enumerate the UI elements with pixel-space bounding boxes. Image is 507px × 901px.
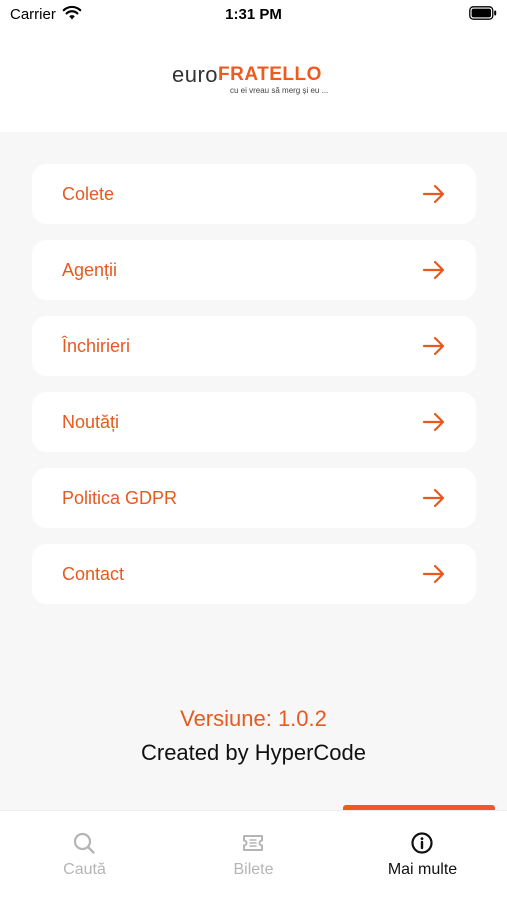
info-icon — [411, 832, 433, 854]
menu-item-colete[interactable]: Colete — [32, 164, 476, 224]
clock: 1:31 PM — [225, 6, 282, 23]
arrow-right-icon — [422, 184, 445, 204]
menu-item-label: Noutăți — [62, 412, 120, 432]
tab-cauta[interactable]: Caută — [0, 811, 169, 901]
arrow-right-icon — [422, 260, 445, 280]
menu-item-label: Agenții — [62, 260, 118, 280]
menu-item-noutati[interactable]: Noutăți — [32, 392, 476, 452]
menu-item-label: Politica GDPR — [62, 488, 178, 508]
tab-bar: Caută Bilete Mai multe — [0, 805, 507, 901]
menu-item-label: Colete — [62, 184, 115, 204]
arrow-right-icon — [422, 336, 445, 356]
menu-item-politica-gdpr[interactable]: Politica GDPR — [32, 468, 476, 528]
active-tab-indicator — [343, 805, 495, 810]
tab-bilete[interactable]: Bilete — [169, 811, 338, 901]
app-header: euro FRATELLO cu ei vreau să merg și eu … — [0, 30, 507, 132]
tab-mai-multe[interactable]: Mai multe — [338, 811, 507, 901]
arrow-right-icon — [422, 564, 445, 584]
menu-list: Colete Agenții Închirieri Noutăți Politi… — [32, 164, 476, 620]
created-by-label: Created by HyperCode — [140, 740, 366, 765]
ticket-icon — [243, 835, 263, 851]
battery-icon — [469, 6, 497, 25]
arrow-right-icon — [422, 412, 445, 432]
logo-euro-text: euro — [172, 62, 219, 87]
logo-tagline: cu ei vreau să merg și eu ... — [230, 86, 329, 95]
arrow-right-icon — [422, 488, 445, 508]
menu-item-label: Închirieri — [62, 336, 131, 356]
status-bar: Carrier 1:31 PM — [0, 0, 507, 30]
main-content: Colete Agenții Închirieri Noutăți Politi… — [0, 132, 507, 810]
menu-item-contact[interactable]: Contact — [32, 544, 476, 604]
menu-item-label: Contact — [62, 564, 125, 584]
menu-item-agentii[interactable]: Agenții — [32, 240, 476, 300]
tab-label: Caută — [63, 861, 106, 878]
tab-label: Bilete — [233, 861, 274, 878]
version-label: Versiune: 1.0.2 — [180, 706, 327, 731]
tab-label: Mai multe — [387, 861, 458, 878]
menu-item-inchirieri[interactable]: Închirieri — [32, 316, 476, 376]
logo-fratello-text: FRATELLO — [218, 64, 322, 85]
brand-logo: euro FRATELLO cu ei vreau să merg și eu … — [172, 62, 342, 96]
search-icon — [73, 832, 95, 854]
